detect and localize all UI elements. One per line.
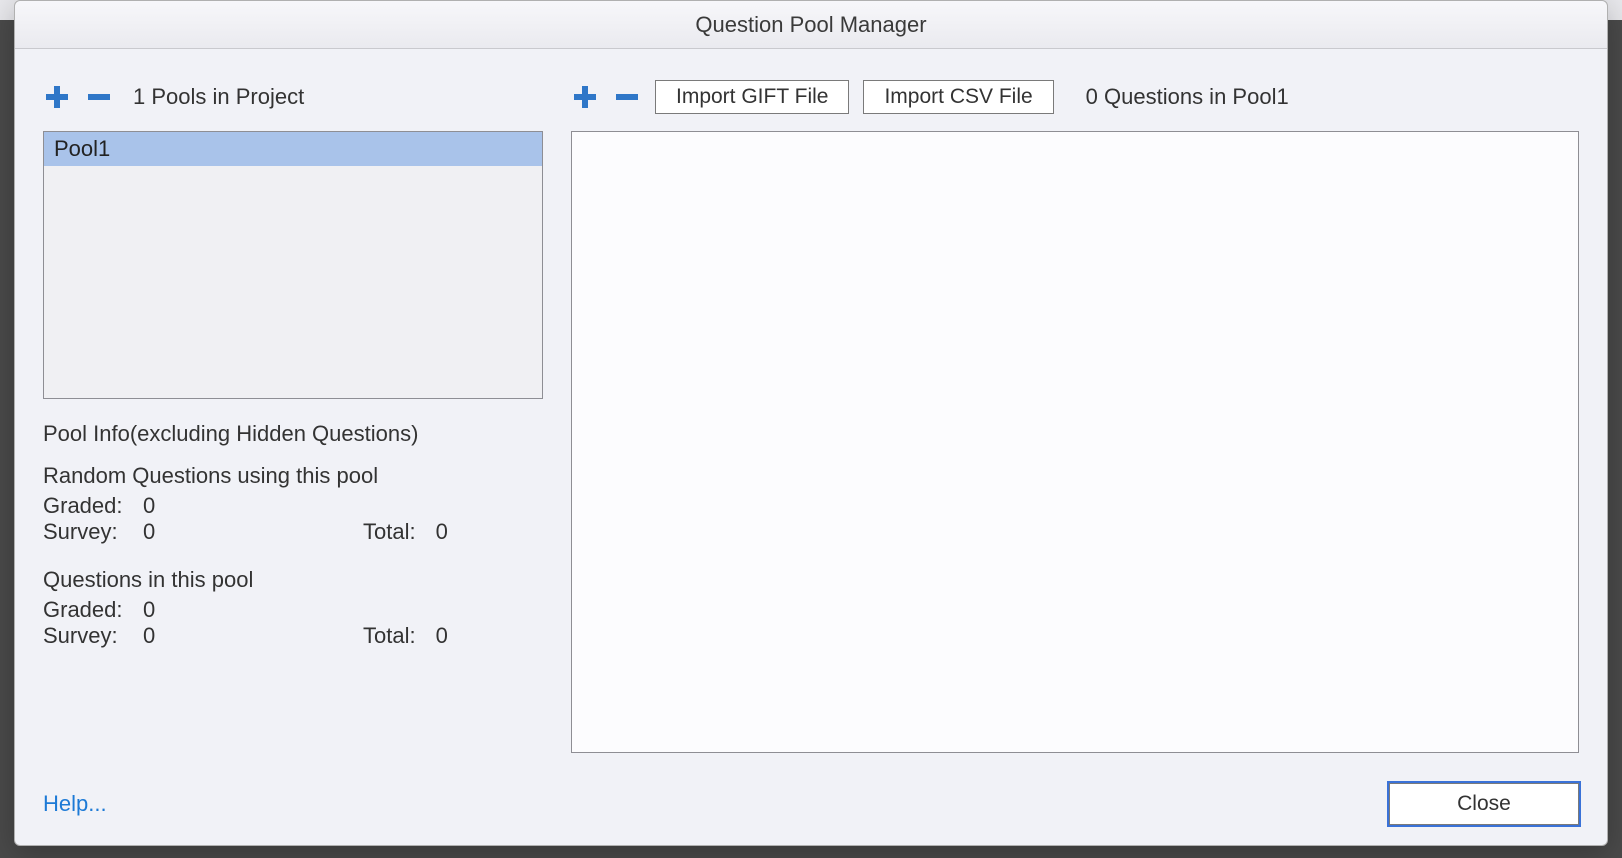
pools-toolbar: 1 Pools in Project	[43, 77, 543, 117]
random-survey-value: 0	[143, 519, 183, 545]
add-question-button[interactable]	[571, 83, 599, 111]
dialog-footer: Help... Close	[43, 783, 1579, 825]
remove-pool-button[interactable]	[85, 83, 113, 111]
pool-info-heading: Pool Info(excluding Hidden Questions)	[43, 421, 543, 447]
help-link[interactable]: Help...	[43, 791, 107, 817]
pool-graded-row: Graded: 0	[43, 597, 543, 623]
pool-list[interactable]: Pool1	[43, 131, 543, 399]
columns: 1 Pools in Project Pool1 Pool Info(exclu…	[43, 77, 1579, 753]
random-total-label: Total:	[363, 519, 416, 545]
questions-count-label: 0 Questions in Pool1	[1086, 84, 1289, 110]
close-button[interactable]: Close	[1389, 783, 1579, 825]
random-graded-label: Graded:	[43, 493, 123, 519]
pool-total-label: Total:	[363, 623, 416, 649]
pool-questions-title: Questions in this pool	[43, 567, 543, 593]
question-list[interactable]	[571, 131, 1579, 753]
add-pool-button[interactable]	[43, 83, 71, 111]
pool-list-item[interactable]: Pool1	[44, 132, 542, 166]
pool-total-value: 0	[436, 623, 448, 649]
pools-count-label: 1 Pools in Project	[133, 84, 304, 110]
import-csv-button[interactable]: Import CSV File	[863, 80, 1053, 114]
random-survey-row: Survey: 0 Total: 0	[43, 519, 543, 545]
pool-survey-label: Survey:	[43, 623, 123, 649]
random-questions-title: Random Questions using this pool	[43, 463, 543, 489]
remove-question-button[interactable]	[613, 83, 641, 111]
pool-survey-row: Survey: 0 Total: 0	[43, 623, 543, 649]
random-total-value: 0	[436, 519, 448, 545]
import-gift-button[interactable]: Import GIFT File	[655, 80, 849, 114]
minus-icon	[86, 84, 112, 110]
dialog-window: Question Pool Manager	[14, 0, 1608, 846]
pools-panel: 1 Pools in Project Pool1 Pool Info(exclu…	[43, 77, 543, 753]
plus-icon	[572, 84, 598, 110]
window-title: Question Pool Manager	[695, 12, 926, 38]
pool-graded-label: Graded:	[43, 597, 123, 623]
random-graded-row: Graded: 0	[43, 493, 543, 519]
questions-panel: Import GIFT File Import CSV File 0 Quest…	[571, 77, 1579, 753]
dialog-content: 1 Pools in Project Pool1 Pool Info(exclu…	[15, 49, 1607, 845]
pool-info: Pool Info(excluding Hidden Questions) Ra…	[43, 421, 543, 649]
questions-toolbar: Import GIFT File Import CSV File 0 Quest…	[571, 77, 1579, 117]
random-graded-value: 0	[143, 493, 183, 519]
pool-graded-value: 0	[143, 597, 183, 623]
pool-survey-value: 0	[143, 623, 183, 649]
titlebar: Question Pool Manager	[15, 1, 1607, 49]
minus-icon	[614, 84, 640, 110]
plus-icon	[44, 84, 70, 110]
random-survey-label: Survey:	[43, 519, 123, 545]
